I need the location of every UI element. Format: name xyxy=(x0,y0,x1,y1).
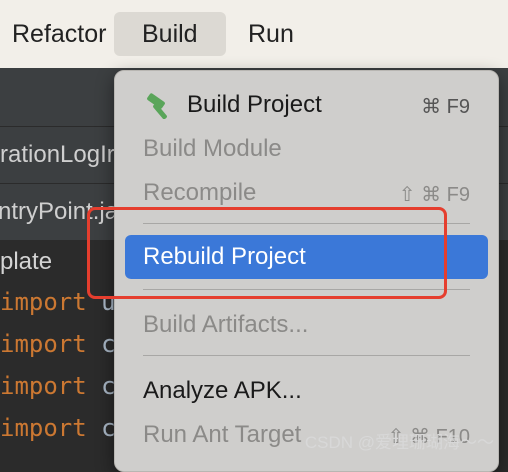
code-keyword: import xyxy=(0,414,87,442)
menu-refactor[interactable]: Refactor xyxy=(0,12,122,56)
watermark: CSDN @爱埋珊瑚海～～ xyxy=(304,433,494,452)
menu-item-build-project[interactable]: Build Project ⌘ F9 xyxy=(125,83,488,127)
code-keyword: import xyxy=(0,330,87,358)
menu-bar: Refactor Build Run xyxy=(0,0,508,68)
menu-item-build-artifacts[interactable]: Build Artifacts... xyxy=(125,303,488,347)
code-line: import c xyxy=(0,330,116,358)
hammer-icon xyxy=(147,93,167,119)
editor-label: plate xyxy=(0,248,53,275)
shortcut-label: ⌘ F9 xyxy=(421,96,470,118)
menu-item-label: Analyze APK... xyxy=(143,377,302,404)
menu-build[interactable]: Build xyxy=(114,12,226,56)
code-line: import c xyxy=(0,372,116,400)
highlight-annotation xyxy=(87,207,447,299)
code-line: import c xyxy=(0,414,116,442)
menu-item-label: Build Artifacts... xyxy=(143,311,309,338)
editor-tab[interactable]: rationLogIr xyxy=(0,127,115,183)
menu-separator xyxy=(143,355,470,356)
menu-item-label: Recompile xyxy=(143,179,257,206)
menu-item-analyze-apk[interactable]: Analyze APK... xyxy=(125,369,488,413)
code-keyword: import xyxy=(0,372,87,400)
menu-item-label: Run Ant Target xyxy=(143,421,302,448)
shortcut-label: ⇧ ⌘ F9 xyxy=(398,184,470,206)
menu-item-build-module[interactable]: Build Module xyxy=(125,127,488,171)
menu-item-label: Build Project xyxy=(187,91,322,118)
menu-item-label: Build Module xyxy=(143,135,282,162)
menu-run[interactable]: Run xyxy=(232,12,310,56)
code-keyword: import xyxy=(0,288,87,316)
